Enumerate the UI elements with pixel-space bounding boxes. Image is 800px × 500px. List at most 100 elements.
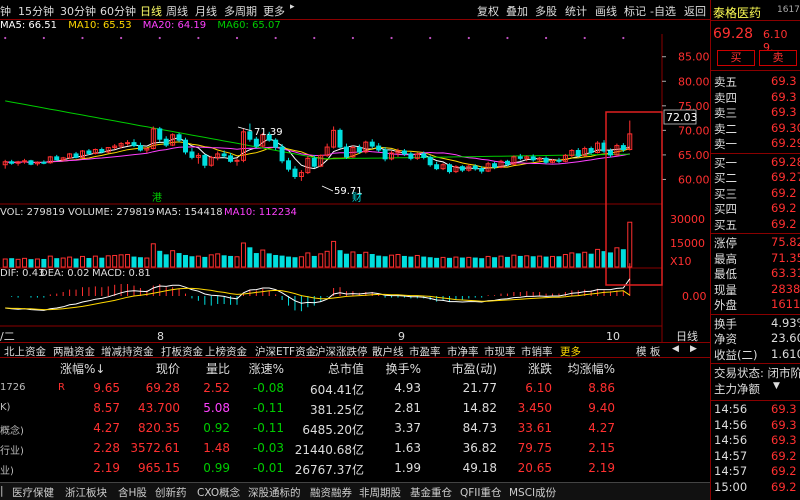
- concept-bar: | 医疗保健 浙江板块 含H股 创新药 CXO概念 深股通标的 融资融券 非周期…: [0, 482, 710, 500]
- table-cell: 3.37: [394, 421, 421, 435]
- draw-line-button[interactable]: 画线: [595, 3, 617, 19]
- tag-non-cyclical[interactable]: 非周期股: [359, 485, 401, 500]
- tab-more[interactable]: 更多: [560, 344, 581, 359]
- overlay-button[interactable]: 叠加: [506, 3, 528, 19]
- volume-bar: [318, 253, 324, 268]
- candle-body: [9, 161, 15, 164]
- period-tab-60min[interactable]: 60分钟: [100, 3, 136, 19]
- period-tab-monthly[interactable]: 月线: [195, 3, 217, 19]
- period-tab-weekly[interactable]: 周线: [166, 3, 188, 19]
- tab-retail-line[interactable]: 散户线: [372, 344, 404, 359]
- col-volume-ratio[interactable]: 量比: [206, 360, 230, 377]
- tab-limit-up-funds[interactable]: 打板资金: [161, 344, 203, 359]
- tab-billboard-funds[interactable]: 上榜资金: [205, 344, 247, 359]
- tag-zhejiang[interactable]: 浙江板块: [65, 485, 107, 500]
- tab-limit-stats[interactable]: 沪深涨跌停: [315, 344, 368, 359]
- col-pe-dynamic[interactable]: 市盈(动): [452, 360, 497, 377]
- buy-button[interactable]: 买: [717, 50, 755, 66]
- main-net-label[interactable]: 主力净额: [714, 381, 760, 397]
- fuquan-button[interactable]: 复权: [477, 3, 499, 19]
- back-button[interactable]: 返回: [684, 3, 706, 19]
- tag-cxo[interactable]: CXO概念: [197, 485, 240, 500]
- tag-msci[interactable]: MSCI成份: [509, 485, 556, 500]
- tab-pcf[interactable]: 市现率: [484, 344, 516, 359]
- event-marker: [4, 36, 7, 40]
- period-tab-15min[interactable]: 15分钟: [18, 3, 54, 19]
- volume-bar: [595, 248, 601, 268]
- tag-margin-trading[interactable]: 融资融券: [310, 485, 352, 500]
- volume-bar: [286, 256, 292, 268]
- col-speed[interactable]: 涨速%: [249, 360, 284, 377]
- sell-button[interactable]: 卖: [759, 50, 797, 66]
- divider: [711, 313, 800, 315]
- tag-fund-heavy[interactable]: 基金重仓: [410, 485, 452, 500]
- table-row[interactable]: 概念) 4.27 820.35 0.92 -0.11 6485.20亿 3.37 84.73 3…: [0, 418, 710, 438]
- svg-text:MA5: 154418: MA5: 154418: [156, 207, 223, 218]
- col-turnover[interactable]: 换手%: [386, 360, 421, 377]
- ask-label: 卖五: [714, 75, 737, 89]
- col-avg-change[interactable]: 均涨幅%: [568, 360, 615, 377]
- svg-text:DEA: 0.02: DEA: 0.02: [40, 268, 90, 279]
- kline-chart[interactable]: 85.0080.0075.0070.0065.0060.003000015000…: [0, 34, 710, 342]
- candle-body: [337, 129, 343, 148]
- tab-margin[interactable]: 两融资金: [53, 344, 95, 359]
- candle-body: [459, 166, 465, 171]
- col-change-pct[interactable]: 涨幅%↓: [60, 360, 122, 377]
- period-tab-1min[interactable]: 钟: [0, 3, 11, 19]
- tab-holdings-change[interactable]: 增减持资金: [101, 344, 154, 359]
- period-tab-daily[interactable]: 日线: [140, 3, 162, 19]
- table-row[interactable]: K) 8.57 43.700 5.08 -0.11 381.25亿 2.81 14.82 3.4…: [0, 398, 710, 418]
- price-tick-label: 65.00: [678, 149, 710, 162]
- tab-etf-funds[interactable]: 沪深ETF资金: [255, 344, 316, 359]
- tag-placeholder: |: [0, 485, 4, 497]
- tab-northbound[interactable]: 北上资金: [4, 344, 46, 359]
- table-cell: 2.52: [203, 381, 230, 395]
- period-tab-more[interactable]: 更多: [263, 3, 285, 19]
- event-marker: [120, 36, 123, 40]
- event-marker: [351, 36, 355, 40]
- table-row[interactable]: 1726 R 9.65 69.28 2.52 -0.08 604.41亿 4.93 21.77 6…: [0, 378, 710, 398]
- tab-pb[interactable]: 市净率: [447, 344, 479, 359]
- statistics-button[interactable]: 统计: [565, 3, 587, 19]
- candle-body: [356, 147, 362, 153]
- bid-value: 69.2: [771, 216, 797, 231]
- table-row[interactable]: 行业) 2.28 3572.61 1.48 -0.03 21440.68亿 1.63 36.8…: [0, 438, 710, 458]
- table-cell: 2.28: [93, 441, 120, 455]
- candle-body: [401, 150, 407, 155]
- col-market-cap[interactable]: 总市值: [328, 360, 364, 377]
- divider: [711, 400, 800, 401]
- svg-text:MA10: 112234: MA10: 112234: [224, 207, 297, 218]
- volume-bar: [337, 250, 343, 268]
- watchlist-button[interactable]: -自选: [650, 3, 676, 19]
- tag-sz-connect[interactable]: 深股通标的: [248, 485, 301, 500]
- col-change[interactable]: 涨跌: [528, 360, 552, 377]
- event-marker: [506, 36, 509, 40]
- tab-pe[interactable]: 市盈率: [409, 344, 441, 359]
- multi-stock-button[interactable]: 多股: [535, 3, 557, 19]
- candle-body: [530, 156, 536, 161]
- mark-button[interactable]: 标记: [624, 3, 646, 19]
- price-tag: 72.03: [663, 109, 698, 125]
- candle-body: [427, 156, 433, 166]
- tag-qfii[interactable]: QFII重仓: [460, 485, 502, 500]
- col-price[interactable]: 现价: [156, 360, 180, 377]
- tab-ps[interactable]: 市销率: [521, 344, 553, 359]
- table-row[interactable]: 业) 2.19 965.15 0.99 -0.01 26767.37亿 1.99 49.18 2…: [0, 458, 710, 478]
- period-tab-30min[interactable]: 30分钟: [60, 3, 96, 19]
- next-arrow-icon[interactable]: ▶: [690, 344, 697, 354]
- volume-bar: [273, 254, 279, 268]
- table-cell: 1.48: [203, 441, 230, 455]
- tag-h-share[interactable]: 含H股: [118, 485, 147, 500]
- stat2-value: 23.60: [771, 331, 800, 345]
- volume-bar: [15, 258, 21, 268]
- period-tab-multi[interactable]: 多周期: [224, 3, 257, 19]
- tag-healthcare[interactable]: 医疗保健: [12, 485, 54, 500]
- stock-name[interactable]: 泰格医药: [713, 4, 761, 21]
- finance-tag: 财: [352, 191, 362, 204]
- template-button[interactable]: 模 板: [636, 344, 660, 359]
- prev-arrow-icon[interactable]: ◀: [672, 344, 679, 354]
- row-name: 概念): [0, 426, 24, 437]
- tag-innovative-drug[interactable]: 创新药: [155, 485, 187, 500]
- price-axis: 85.0080.0075.0070.0065.0060.003000015000…: [662, 51, 710, 303]
- chevron-down-icon[interactable]: ▼: [773, 381, 780, 391]
